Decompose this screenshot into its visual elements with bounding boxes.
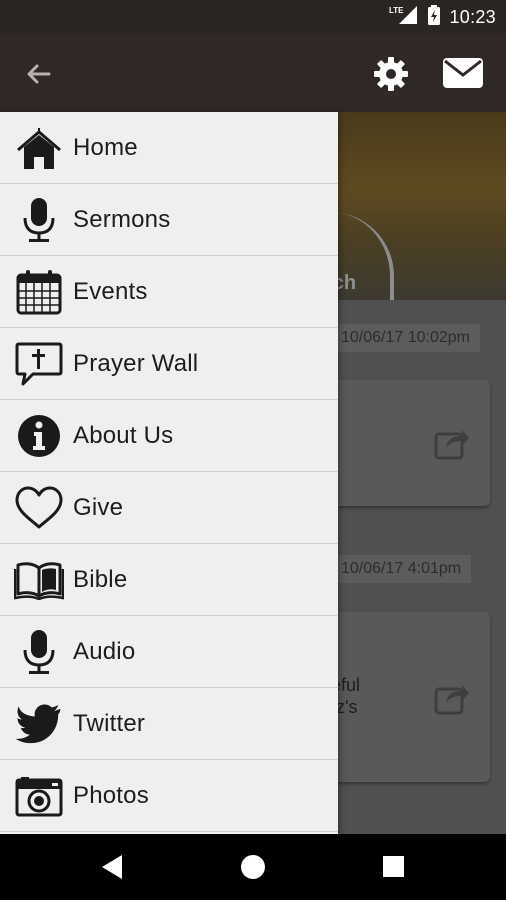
share-icon[interactable]: [434, 681, 470, 715]
drawer-item-label: Sermons: [73, 205, 171, 233]
status-indicators: LTE 10:23: [389, 0, 496, 34]
network-signal-icon: LTE: [389, 4, 419, 31]
calendar-icon: [14, 267, 64, 317]
nav-home-icon[interactable]: [241, 855, 265, 879]
drawer-item-label: About Us: [73, 421, 174, 449]
drawer-item-label: Prayer Wall: [73, 349, 199, 377]
drawer-item-prayer-wall[interactable]: Prayer Wall: [0, 328, 338, 400]
drawer-item-audio[interactable]: Audio: [0, 616, 338, 688]
drawer-item-photos[interactable]: Photos: [0, 760, 338, 832]
status-bar: LTE 10:23: [0, 0, 506, 34]
drawer-item-give[interactable]: Give: [0, 472, 338, 544]
drawer-item-label: Audio: [73, 637, 136, 665]
share-icon[interactable]: [434, 426, 470, 460]
nav-recents-icon[interactable]: [383, 856, 404, 877]
post-card[interactable]: [325, 380, 490, 506]
drawer-item-label: Photos: [73, 781, 149, 809]
house-icon: [14, 123, 64, 173]
drawer-item-home[interactable]: Home: [0, 112, 338, 184]
speech-bubble-cross-icon: [14, 339, 64, 389]
info-icon: [14, 411, 64, 461]
app-bar: [0, 34, 506, 112]
drawer-item-label: Twitter: [73, 709, 146, 737]
open-book-icon: [14, 555, 64, 605]
clock: 10:23: [449, 6, 496, 27]
post-card[interactable]: eful tz's: [325, 612, 490, 782]
drawer-item-sermons[interactable]: Sermons: [0, 184, 338, 256]
mail-icon[interactable]: [442, 56, 484, 90]
drawer-item-label: Bible: [73, 565, 128, 593]
twitter-bird-icon: [14, 699, 64, 749]
battery-icon: [427, 4, 441, 31]
drawer-item-label: Give: [73, 493, 124, 521]
drawer-item-label: Events: [73, 277, 148, 305]
system-nav-bar: [0, 834, 506, 900]
drawer-item-label: Home: [73, 133, 138, 161]
drawer-item-bible[interactable]: Bible: [0, 544, 338, 616]
nav-back-icon[interactable]: [100, 854, 124, 880]
drawer-item-about-us[interactable]: About Us: [0, 400, 338, 472]
drawer-item-events[interactable]: Events: [0, 256, 338, 328]
drawer-item-twitter[interactable]: Twitter: [0, 688, 338, 760]
post-date: 10/06/17 4:01pm: [325, 555, 472, 583]
microphone-icon: [14, 627, 64, 677]
camera-icon: [14, 771, 64, 821]
navigation-drawer: Home Sermons Events Prayer Wall About Us…: [0, 112, 338, 834]
network-type-label: LTE: [389, 6, 404, 15]
microphone-icon: [14, 195, 64, 245]
post-date: 10/06/17 10:02pm: [325, 324, 480, 352]
heart-icon: [14, 483, 64, 533]
arrow-left-icon[interactable]: [22, 58, 54, 90]
gear-icon[interactable]: [372, 55, 410, 93]
